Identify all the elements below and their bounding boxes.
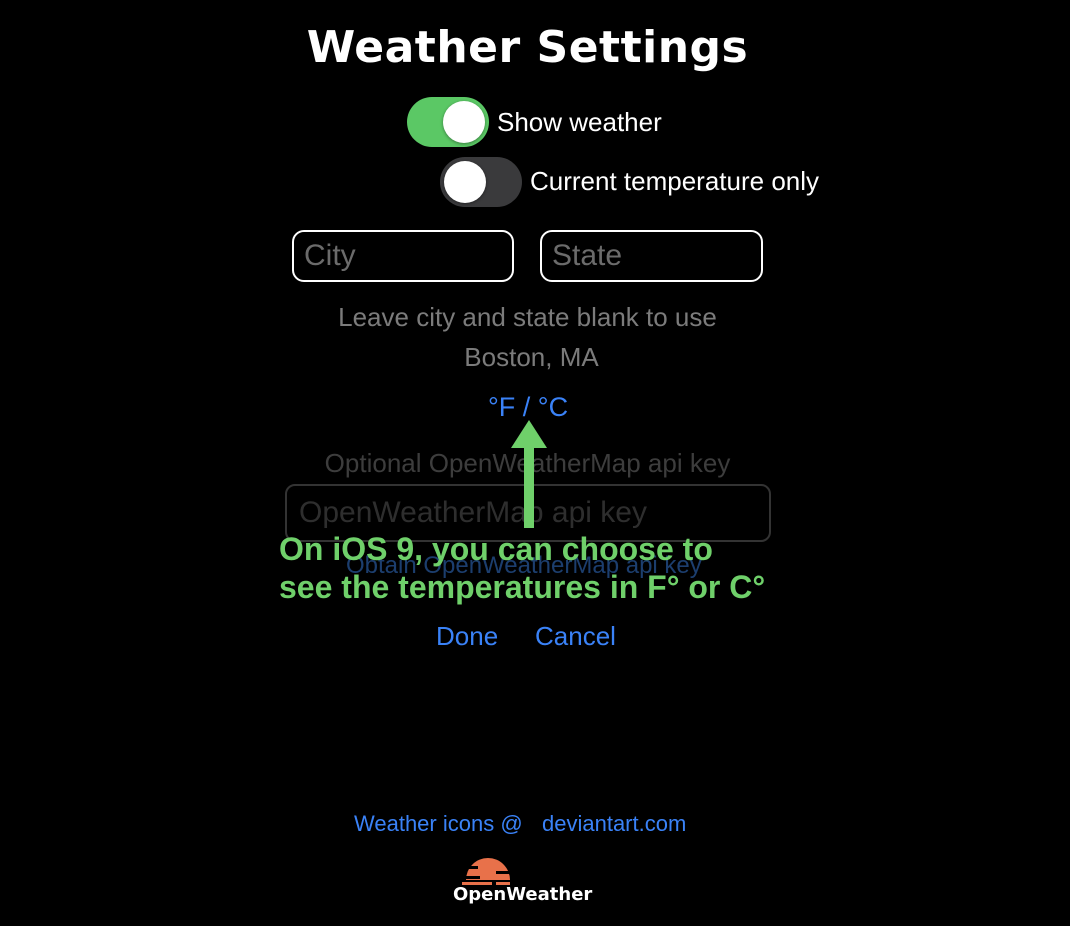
toggle-knob	[444, 161, 486, 203]
annotation-line1: On iOS 9, you can choose to	[279, 531, 713, 567]
toggle-knob	[443, 101, 485, 143]
openweather-sun-icon	[460, 858, 516, 885]
openweather-brand-name: OpenWeather	[453, 884, 593, 905]
cancel-button[interactable]: Cancel	[535, 621, 616, 652]
up-arrow-icon	[511, 420, 547, 528]
annotation-line2: see the temperatures in F° or C°	[279, 569, 766, 605]
done-button[interactable]: Done	[436, 621, 498, 652]
city-input[interactable]	[292, 230, 514, 282]
show-weather-toggle[interactable]	[407, 97, 489, 147]
state-input[interactable]	[540, 230, 763, 282]
current-temperature-only-toggle[interactable]	[440, 157, 522, 207]
current-temperature-only-label: Current temperature only	[530, 166, 820, 196]
page-title: Weather Settings	[306, 22, 749, 73]
location-hint-line1: Leave city and state blank to use	[338, 302, 717, 332]
weather-icons-credit: Weather icons @	[354, 811, 523, 836]
deviantart-link[interactable]: deviantart.com	[542, 811, 686, 837]
location-hint-line2: Boston, MA	[464, 342, 599, 372]
show-weather-label: Show weather	[497, 107, 662, 137]
